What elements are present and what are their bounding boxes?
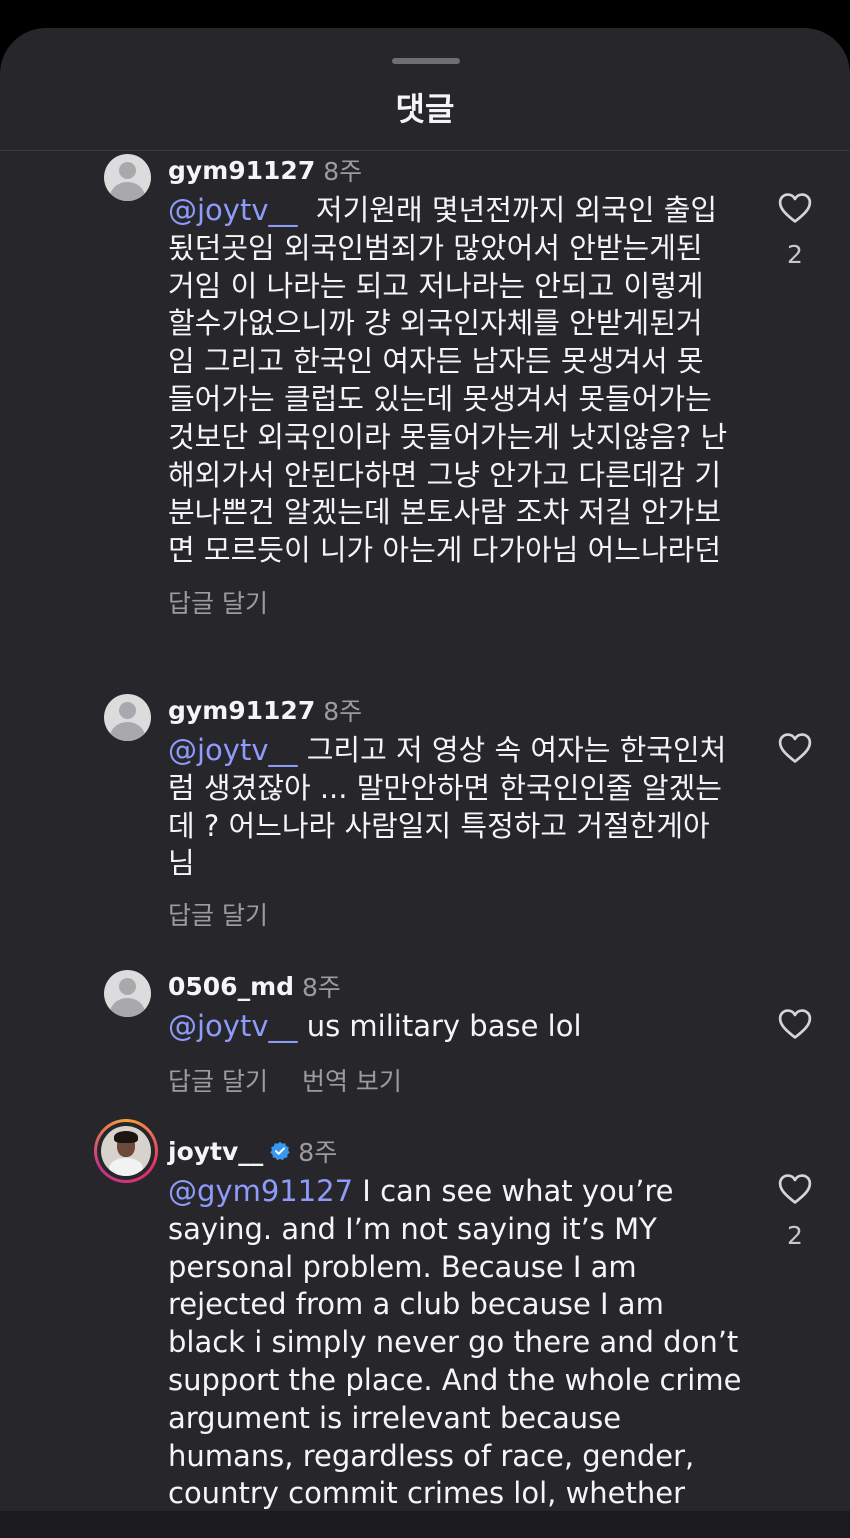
comment-username[interactable]: 0506_md: [168, 972, 294, 1001]
comment-text: @joytv__ 저기원래 몇년전까지 외국인 출입 됬던곳임 외국인범죄가 많…: [168, 193, 728, 568]
profile-photo: [101, 1126, 151, 1176]
like-count: 2: [787, 240, 803, 269]
comments-sheet: 댓글 gym91127 8주 @joytv__ 저기원래 몇년전까지 외국인 출…: [0, 28, 850, 1538]
sheet-grabber-handle[interactable]: [392, 58, 460, 64]
comment-text: @joytv__ us military base lol: [168, 1009, 582, 1043]
comment-text: @joytv__ 그리고 저 영상 속 여자는 한국인처 럼 생겼잖아 ... …: [168, 733, 727, 881]
comment-username[interactable]: gym91127: [168, 696, 315, 725]
sheet-title: 댓글: [395, 90, 455, 128]
like-control: [776, 1008, 814, 1040]
comment-username[interactable]: joytv__: [168, 1137, 263, 1166]
bottom-emoji-bar-edge: [0, 1511, 850, 1538]
comment-mention[interactable]: @joytv__: [168, 733, 298, 767]
comment-timestamp: 8주: [298, 1138, 338, 1167]
comment-mention[interactable]: @joytv__: [168, 193, 298, 227]
like-control: 2: [776, 192, 814, 269]
heart-outline-icon[interactable]: [778, 1173, 812, 1205]
heart-outline-icon[interactable]: [778, 192, 812, 224]
story-ring-avatar[interactable]: [94, 1119, 158, 1183]
comment-username[interactable]: gym91127: [168, 156, 315, 185]
comment-text: @gym91127 I can see what you’re saying. …: [168, 1174, 742, 1511]
default-avatar-icon[interactable]: [104, 970, 151, 1017]
like-control: [776, 732, 814, 764]
comment-timestamp: 8주: [302, 973, 341, 1002]
comment-mention[interactable]: @gym91127: [168, 1174, 353, 1208]
like-count: 2: [787, 1221, 803, 1250]
reply-button[interactable]: 답글 달기: [168, 1062, 268, 1098]
see-translation-button[interactable]: 번역 보기: [302, 1062, 402, 1098]
default-avatar-icon[interactable]: [104, 694, 151, 741]
reply-button[interactable]: 답글 달기: [168, 584, 268, 620]
heart-outline-icon[interactable]: [778, 732, 812, 764]
comment-timestamp: 8주: [323, 157, 363, 186]
header-divider: [0, 150, 850, 151]
default-avatar-icon[interactable]: [104, 154, 151, 201]
verified-badge-icon: [270, 1141, 290, 1161]
like-control: 2: [776, 1173, 814, 1250]
comment-timestamp: 8주: [323, 697, 363, 726]
heart-outline-icon[interactable]: [778, 1008, 812, 1040]
reply-button[interactable]: 답글 달기: [168, 896, 268, 932]
comment-mention[interactable]: @joytv__: [168, 1009, 298, 1043]
